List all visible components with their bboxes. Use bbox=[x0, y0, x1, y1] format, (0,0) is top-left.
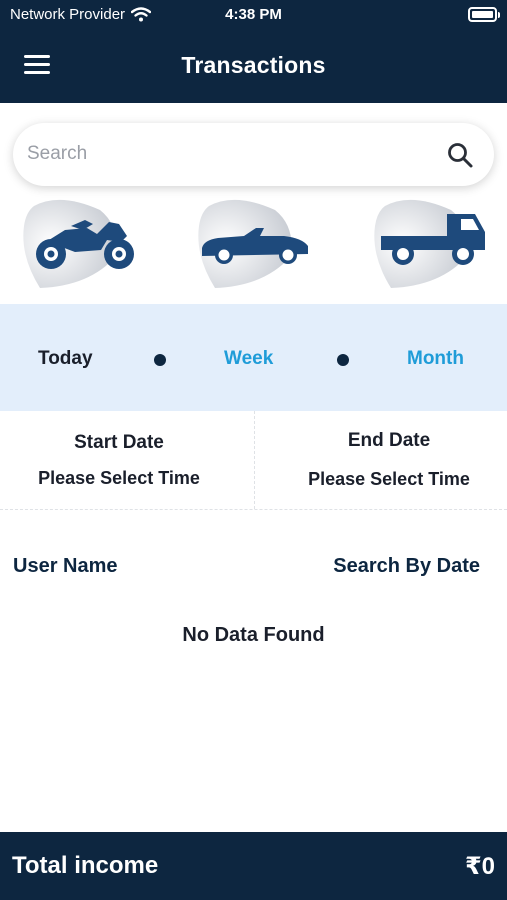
end-date-label: End Date bbox=[347, 430, 431, 451]
car-icon bbox=[202, 228, 308, 264]
vehicle-option-car[interactable] bbox=[195, 196, 315, 291]
period-separator-dot bbox=[154, 354, 166, 366]
period-filter: Today Week Month bbox=[0, 304, 507, 411]
motorcycle-icon bbox=[36, 220, 134, 269]
start-date-picker[interactable]: Start Date Please Select Time bbox=[0, 411, 254, 509]
empty-state-message: No Data Found bbox=[182, 624, 325, 646]
search-by-date-button[interactable]: Search By Date bbox=[333, 555, 480, 578]
start-date-value: Please Select Time bbox=[38, 468, 200, 488]
end-date-picker[interactable]: End Date Please Select Time bbox=[254, 411, 507, 509]
period-option-week[interactable]: Week bbox=[224, 348, 273, 370]
period-separator-dot bbox=[337, 354, 349, 366]
user-name-filter[interactable]: User Name bbox=[13, 555, 118, 578]
period-option-month[interactable]: Month bbox=[407, 348, 464, 370]
search-bar bbox=[13, 123, 494, 186]
vehicle-type-selector bbox=[0, 196, 507, 294]
truck-icon bbox=[381, 214, 485, 265]
page-title: Transactions bbox=[181, 52, 326, 78]
total-income-bar: Total income ₹0 bbox=[0, 832, 507, 900]
date-range-picker: Start Date Please Select Time End Date P… bbox=[0, 411, 507, 510]
total-income-amount: ₹0 bbox=[464, 853, 495, 880]
vehicle-option-truck[interactable] bbox=[371, 196, 491, 291]
start-date-label: Start Date bbox=[74, 432, 164, 453]
search-icon[interactable] bbox=[446, 141, 474, 169]
period-option-today[interactable]: Today bbox=[38, 348, 93, 370]
battery-icon bbox=[468, 7, 500, 22]
end-date-value: Please Select Time bbox=[308, 469, 470, 489]
filter-row: User Name Search By Date bbox=[0, 555, 507, 585]
vehicle-option-motorcycle[interactable] bbox=[20, 196, 140, 291]
total-income-label: Total income bbox=[12, 852, 159, 879]
app-header: Network Provider 4:38 PM Transactions bbox=[0, 0, 507, 103]
status-bar: Network Provider 4:38 PM bbox=[0, 0, 507, 30]
search-input[interactable] bbox=[27, 135, 427, 173]
status-time: 4:38 PM bbox=[225, 6, 282, 23]
